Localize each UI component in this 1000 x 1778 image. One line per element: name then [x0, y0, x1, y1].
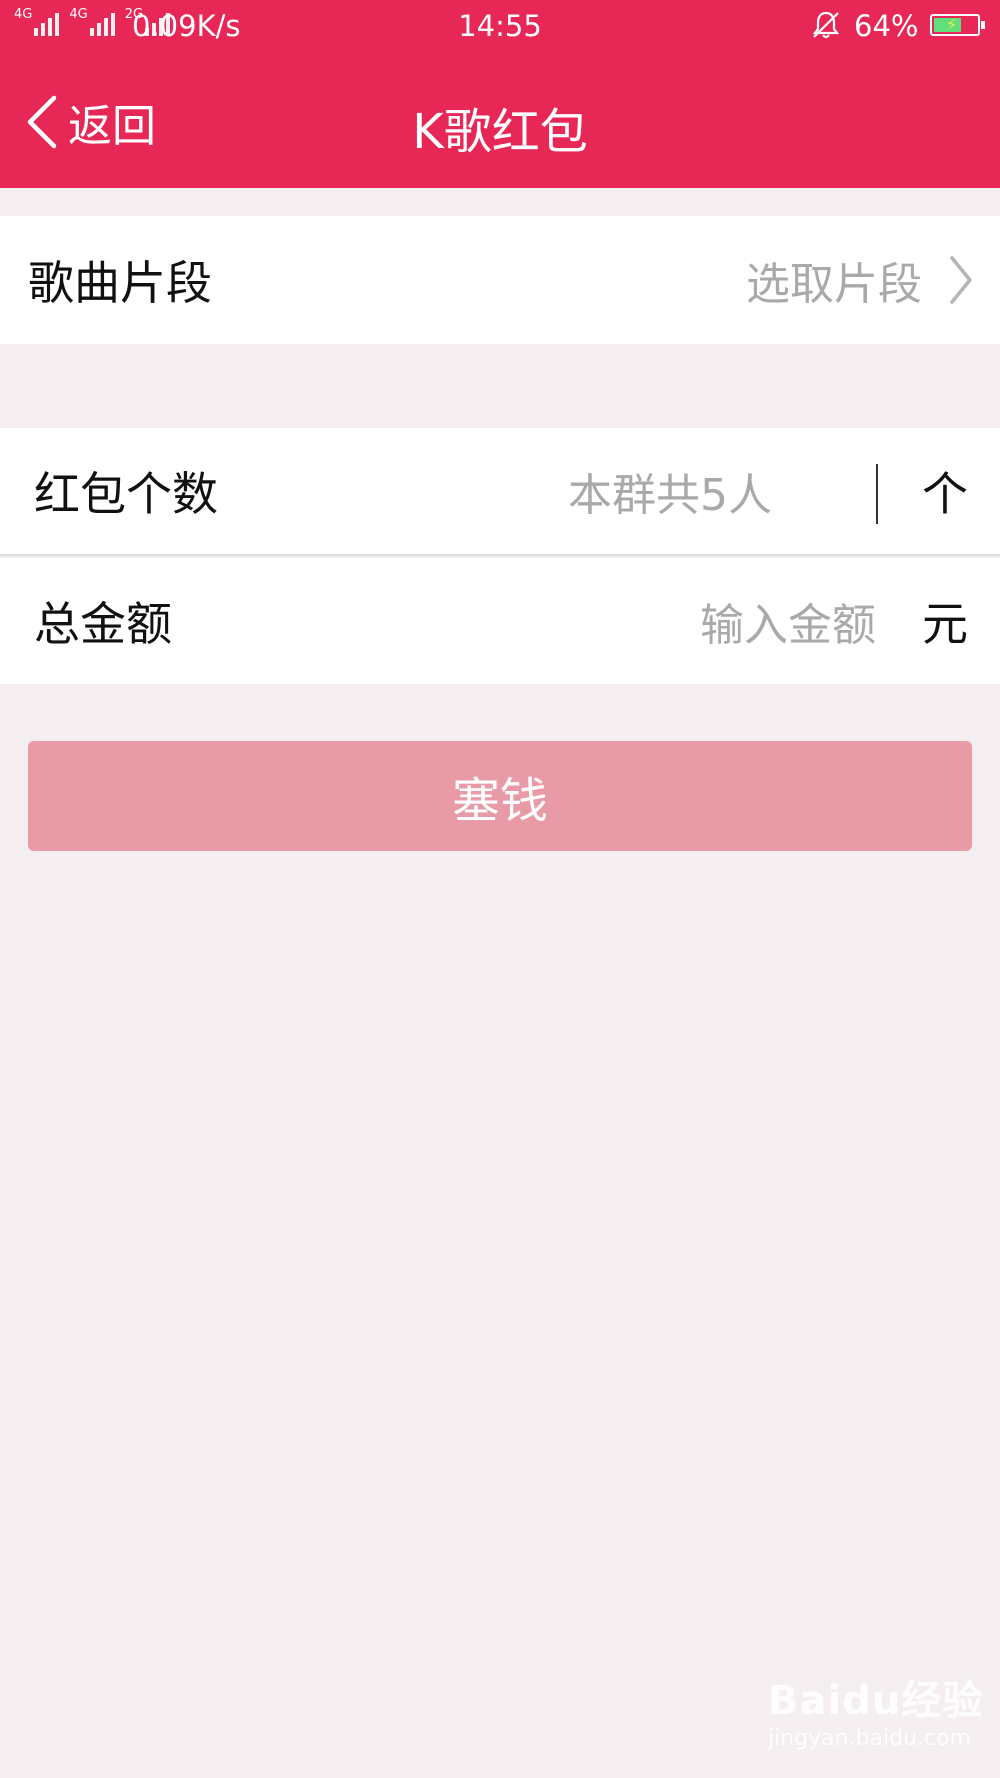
packet-count-row: 红包个数 本群共5人 个 [0, 428, 1000, 556]
watermark-url: jingyan.baidu.com [768, 1726, 972, 1751]
total-amount-input[interactable]: 输入金额 [700, 589, 876, 653]
song-clip-value: 选取片段 [746, 259, 922, 310]
total-amount-unit: 元 [922, 597, 968, 651]
text-cursor [876, 464, 878, 524]
packet-count-label: 红包个数 [34, 467, 218, 521]
nav-bar: 返回 K歌红包 [0, 80, 1000, 160]
status-time: 14:55 [458, 9, 542, 43]
battery-percentage: 64% [854, 9, 919, 43]
total-amount-row: 总金额 输入金额 元 [0, 558, 1000, 684]
status-bar: 4G 4G 2G 0.09K/s 14:55 64% ⚡ [0, 0, 1000, 52]
battery-icon: ⚡ [930, 14, 985, 36]
packet-count-input[interactable]: 本群共5人 [568, 459, 772, 523]
packet-count-unit: 个 [922, 467, 968, 521]
page-title: K歌红包 [412, 104, 588, 160]
song-clip-row[interactable]: 歌曲片段 选取片段 [0, 216, 1000, 344]
total-amount-label: 总金额 [34, 597, 172, 651]
submit-money-button[interactable]: 塞钱 [28, 741, 972, 851]
alarm-bell-icon [812, 11, 840, 39]
watermark: Baidu经验 jingyan.baidu.com [768, 1668, 983, 1751]
chevron-right-icon [950, 256, 972, 304]
app-header: 4G 4G 2G 0.09K/s 14:55 64% ⚡ 返回 K歌红包 [0, 0, 1000, 188]
watermark-brand: Baidu经验 [768, 1678, 984, 1724]
song-clip-label: 歌曲片段 [28, 256, 212, 310]
